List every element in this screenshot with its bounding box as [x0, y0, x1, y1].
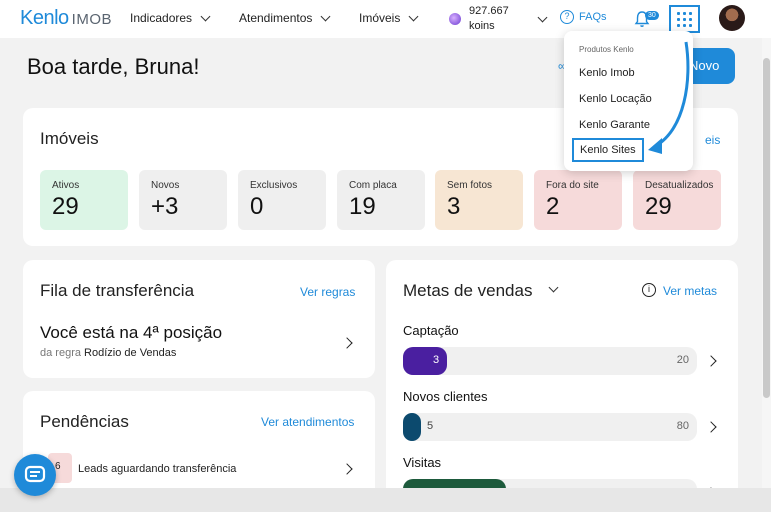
menu-item-kenlo-imob[interactable]: Kenlo Imob — [579, 67, 635, 79]
ver-regras-link[interactable]: Ver regras — [300, 285, 355, 299]
chevron-down-icon — [408, 11, 419, 21]
koin-icon — [449, 13, 461, 25]
stat-tile[interactable]: Sem fotos 3 — [435, 170, 523, 230]
queue-rule: da regra Rodízio de Vendas — [40, 347, 176, 359]
rule-name: Rodízio de Vendas — [84, 347, 177, 359]
stat-label: Exclusivos — [250, 180, 298, 191]
meta-label: Captação — [403, 323, 459, 338]
meta-current-value: 3 — [433, 354, 440, 366]
stat-tile[interactable]: Desatualizados 29 — [633, 170, 721, 230]
stat-value: 19 — [349, 193, 376, 220]
stat-label: Sem fotos — [447, 180, 493, 191]
chat-button[interactable] — [14, 454, 56, 496]
chevron-down-icon — [200, 11, 211, 21]
rule-prefix: da regra — [40, 347, 81, 359]
nav-atendimentos[interactable]: Atendimentos — [239, 11, 331, 25]
fila-title: Fila de transferência — [40, 281, 195, 300]
apps-grid-button[interactable] — [669, 5, 700, 33]
pendencias-card: Pendências Ver atendimentos 6 Leads agua… — [23, 391, 375, 501]
meta-progress-fill — [403, 413, 422, 441]
stat-label: Ativos — [52, 180, 80, 191]
koins-balance[interactable]: 927.667 koins — [449, 4, 548, 34]
nav-imoveis[interactable]: Imóveis — [359, 11, 419, 25]
stat-value: 29 — [645, 193, 672, 220]
koins-value: 927.667 — [469, 5, 509, 17]
queue-position: Você está na 4ª posição — [40, 323, 223, 342]
pending-item-label[interactable]: Leads aguardando transferência — [78, 463, 236, 475]
metas-title[interactable]: Metas de vendas — [403, 281, 532, 301]
ver-atendimentos-link[interactable]: Ver atendimentos — [261, 415, 354, 429]
pendencias-title: Pendências — [40, 412, 129, 431]
avatar[interactable] — [719, 5, 745, 31]
stat-label: Fora do site — [546, 180, 599, 191]
chevron-down-icon — [537, 12, 548, 22]
chevron-right-icon[interactable] — [341, 463, 353, 475]
chat-icon — [24, 465, 46, 483]
page-title: Boa tarde, Bruna! — [27, 54, 200, 79]
stat-value: 3 — [447, 193, 461, 220]
notification-badge: 30 — [645, 11, 659, 20]
stat-label: Com placa — [349, 180, 397, 191]
meta-current-value: 5 — [427, 420, 434, 432]
chevron-down-icon — [320, 11, 331, 21]
nav-indicadores[interactable]: Indicadores — [130, 11, 211, 25]
faqs-label: FAQs — [579, 11, 607, 23]
stat-value: 2 — [546, 193, 560, 220]
nav-atendimentos-label: Atendimentos — [239, 11, 313, 25]
meta-label: Novos clientes — [403, 389, 488, 404]
stat-tile[interactable]: Exclusivos 0 — [238, 170, 326, 230]
ver-metas-link[interactable]: Ver metas — [663, 284, 717, 298]
menu-item-kenlo-sites[interactable]: Kenlo Sites — [572, 138, 644, 162]
meta-progress-fill — [403, 347, 448, 375]
stat-tile[interactable]: Com placa 19 — [337, 170, 425, 230]
fila-card: Fila de transferência Ver regras Você es… — [23, 260, 375, 378]
chevron-right-icon[interactable] — [341, 337, 353, 349]
stat-label: Novos — [151, 180, 180, 191]
meta-target-value: 80 — [676, 420, 689, 432]
stat-tile[interactable]: Fora do site 2 — [534, 170, 622, 230]
nav-imoveis-label: Imóveis — [359, 11, 401, 25]
stat-label: Desatualizados — [645, 180, 714, 191]
stat-value: +3 — [151, 193, 179, 220]
chevron-down-icon[interactable] — [548, 282, 559, 293]
info-icon[interactable]: i — [642, 283, 656, 297]
annotation-arrow-icon — [648, 41, 690, 154]
help-icon: ? — [560, 10, 574, 24]
meta-progress-bar: 5 80 — [403, 413, 697, 441]
imoveis-link[interactable]: eis — [705, 133, 720, 147]
faqs-link[interactable]: ? FAQs — [560, 10, 607, 24]
meta-label: Visitas — [403, 455, 442, 470]
imoveis-title: Imóveis — [40, 129, 99, 148]
bottom-bar — [0, 488, 771, 512]
meta-target-value: 20 — [676, 354, 689, 366]
koins-unit: koins — [469, 20, 495, 32]
stat-tile[interactable]: Ativos 29 — [40, 170, 128, 230]
stat-value: 29 — [52, 193, 79, 220]
kenlo-logo[interactable]: Kenlo IMOB — [20, 7, 112, 30]
meta-progress-bar: 3 20 — [403, 347, 697, 375]
nav-indicadores-label: Indicadores — [130, 11, 193, 25]
dropdown-header: Produtos Kenlo — [579, 45, 634, 54]
scrollbar[interactable] — [762, 38, 771, 488]
scroll-thumb[interactable] — [763, 58, 770, 398]
stat-tile[interactable]: Novos +3 — [139, 170, 227, 230]
stat-value: 0 — [250, 193, 264, 220]
